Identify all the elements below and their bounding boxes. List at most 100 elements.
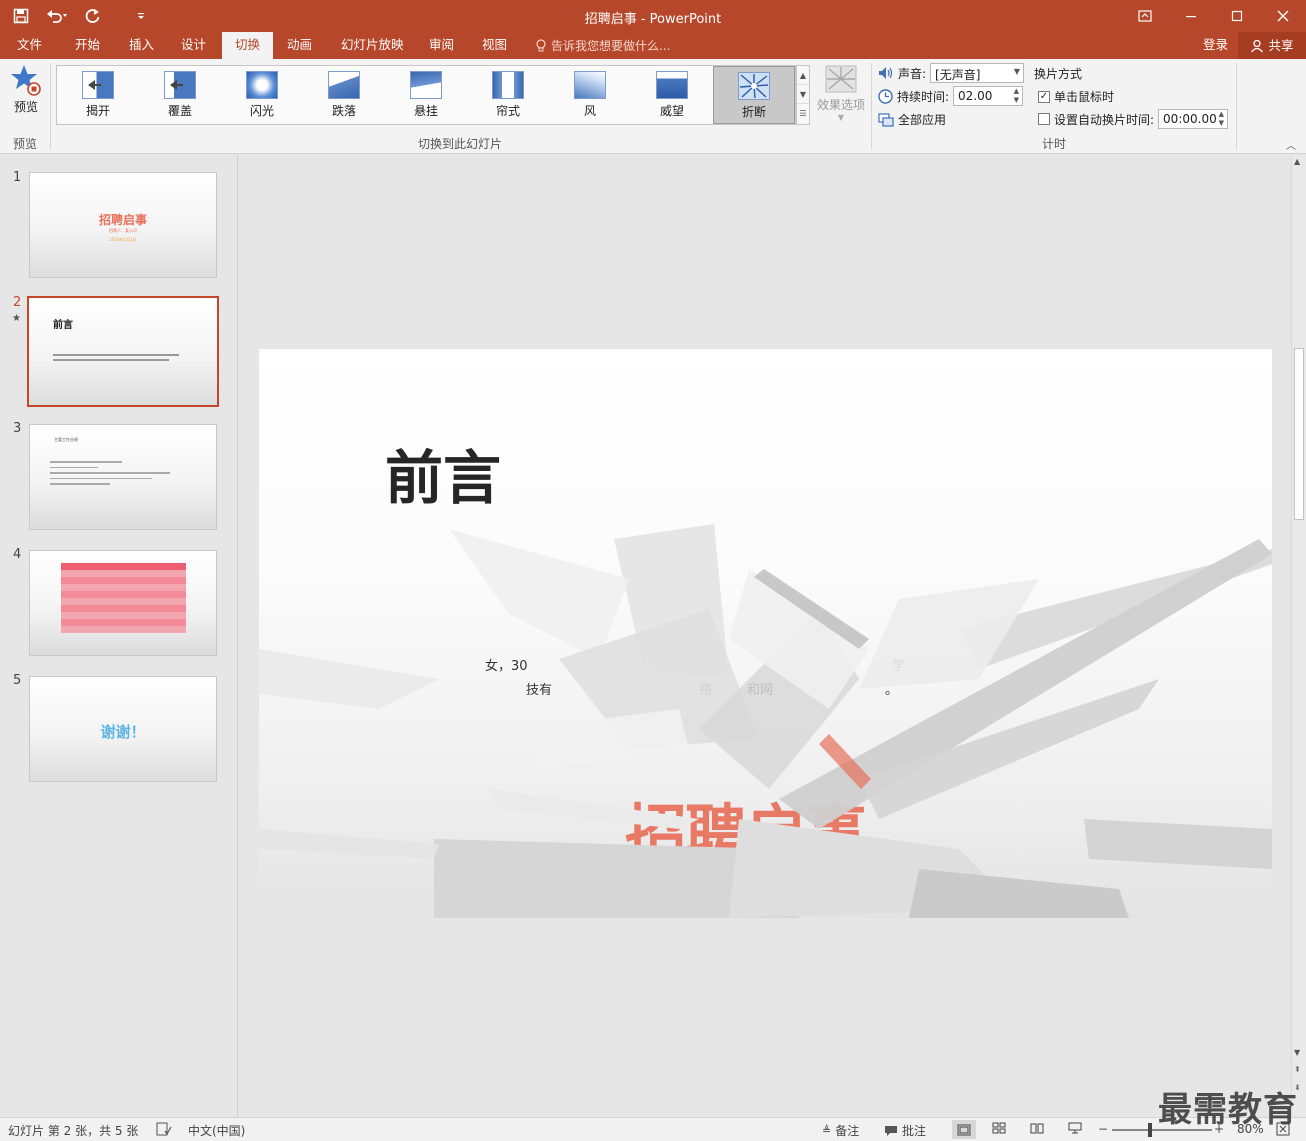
- close-button[interactable]: [1260, 0, 1306, 32]
- slide-sorter-icon: [992, 1122, 1006, 1134]
- language-indicator[interactable]: 中文(中国): [188, 1122, 245, 1139]
- person-icon: [1251, 39, 1264, 52]
- slide-number: 3: [13, 421, 22, 436]
- transition-fall-over[interactable]: 跌落: [303, 66, 385, 124]
- slide-2-text-lines: [53, 354, 179, 361]
- spinner-icon: ▲ ▼: [1013, 87, 1020, 104]
- tab-review[interactable]: 审阅: [416, 32, 467, 59]
- apply-all-icon: [878, 112, 894, 127]
- normal-view-icon: [957, 1124, 971, 1135]
- tell-me-box[interactable]: 告诉我您想要做什么...: [535, 32, 670, 59]
- transition-uncover[interactable]: 揭开: [57, 66, 139, 124]
- status-bar: 幻灯片 第 2 张，共 5 张 中文(中国) ≜ 备注 批注 − + 80%: [0, 1117, 1306, 1141]
- effect-options-button[interactable]: 效果选项 ▼: [814, 63, 868, 123]
- close-icon: [1277, 10, 1289, 22]
- uncover-icon: [82, 71, 114, 99]
- transition-wind-label: 风: [583, 104, 596, 118]
- transition-gallery: 揭开 覆盖 闪光 跌落 悬挂 帘式 风 威望 折断: [56, 65, 796, 125]
- tab-home[interactable]: 开始: [62, 32, 113, 59]
- watermark-text: 最需教育: [1158, 1090, 1298, 1130]
- duration-value: 02.00: [958, 89, 993, 103]
- tab-view[interactable]: 视图: [469, 32, 520, 59]
- collapse-ribbon-button[interactable]: ︿: [1286, 137, 1296, 152]
- tab-file[interactable]: 文件: [4, 32, 55, 59]
- transition-prestige[interactable]: 威望: [631, 66, 713, 124]
- slide-sorter-button[interactable]: [992, 1122, 1006, 1134]
- slide-thumbnail-2[interactable]: 前言: [26, 295, 220, 408]
- after-time-input[interactable]: 00:00.00 ▲ ▼: [1158, 109, 1229, 129]
- zoom-slider-thumb[interactable]: [1148, 1123, 1152, 1137]
- scroll-up-arrow[interactable]: ▲: [1294, 157, 1300, 166]
- tab-animations[interactable]: 动画: [274, 32, 325, 59]
- spell-check-button[interactable]: [156, 1122, 172, 1136]
- transition-cover[interactable]: 覆盖: [139, 66, 221, 124]
- current-slide[interactable]: 前言 女，30 幸 学 技有 络 和网 。 招聘启事: [259, 349, 1272, 918]
- notes-button[interactable]: ≜ 备注: [822, 1122, 859, 1139]
- slide-thumbnail-4[interactable]: [29, 550, 217, 656]
- transition-flash-label: 闪光: [249, 104, 274, 118]
- transition-fall-over-label: 跌落: [331, 104, 356, 118]
- slide-number: 1: [13, 170, 22, 185]
- slide-5-title: 谢谢！: [100, 723, 146, 741]
- clock-icon: [878, 88, 893, 104]
- apply-all-button[interactable]: 全部应用: [878, 111, 946, 128]
- comments-button[interactable]: 批注: [884, 1122, 926, 1139]
- slide-number: 2: [13, 295, 22, 310]
- transition-flash[interactable]: 闪光: [221, 66, 303, 124]
- advance-header: 换片方式: [1034, 67, 1083, 81]
- apply-all-label: 全部应用: [898, 113, 947, 127]
- ribbon-tabs: 文件 开始 插入 设计 切换 动画 幻灯片放映 审阅 视图 告诉我您想要做什么.…: [0, 32, 1306, 59]
- gallery-expand[interactable]: ☰: [797, 104, 809, 123]
- slide-show-button[interactable]: [1068, 1122, 1082, 1134]
- tab-slide-show[interactable]: 幻灯片放映: [328, 32, 417, 59]
- sound-value: [无声音]: [935, 68, 981, 82]
- login-link[interactable]: 登录: [1203, 32, 1228, 59]
- sound-select[interactable]: [无声音] ▼: [930, 63, 1025, 83]
- on-click-checkbox[interactable]: ✓: [1038, 90, 1050, 103]
- reading-view-icon: [1030, 1123, 1044, 1134]
- maximize-button[interactable]: [1214, 0, 1260, 32]
- ribbon-display-options-button[interactable]: [1122, 0, 1168, 32]
- slide-number: 5: [13, 673, 22, 688]
- flash-icon: [246, 71, 278, 99]
- on-click-option[interactable]: ✓ 单击鼠标时: [1038, 88, 1114, 105]
- gallery-scroll-down[interactable]: ▼: [797, 85, 809, 104]
- transition-drape[interactable]: 悬挂: [385, 66, 467, 124]
- normal-view-button[interactable]: [952, 1120, 976, 1139]
- drape-icon: [410, 71, 442, 99]
- tab-transitions[interactable]: 切换: [222, 32, 274, 59]
- slide-thumbnail-1[interactable]: 招聘启事 招聘人：某公司 2018年1月1日: [29, 172, 217, 278]
- slide-position: 幻灯片 第 2 张，共 5 张: [8, 1124, 139, 1138]
- reading-view-button[interactable]: [1030, 1122, 1044, 1134]
- slide-3-text-lines: [50, 461, 170, 485]
- scroll-down-arrow[interactable]: ▼: [1294, 1048, 1300, 1057]
- tell-me-text: 告诉我您想要做什么...: [551, 38, 671, 53]
- tab-insert[interactable]: 插入: [116, 32, 167, 59]
- slide-thumbnail-5[interactable]: 谢谢！: [29, 676, 217, 782]
- minimize-button[interactable]: [1168, 0, 1214, 32]
- tab-design[interactable]: 设计: [168, 32, 219, 59]
- share-button[interactable]: 共享: [1238, 32, 1306, 59]
- fracture-icon: [738, 72, 770, 100]
- gallery-scroll-up[interactable]: ▲: [797, 66, 809, 85]
- preview-button[interactable]: 预览: [4, 63, 48, 123]
- prestige-icon: [656, 71, 688, 99]
- scroll-thumb[interactable]: [1294, 348, 1304, 520]
- after-time-checkbox[interactable]: [1038, 113, 1050, 125]
- preview-label: 预览: [13, 100, 38, 114]
- vertical-scrollbar[interactable]: ▲ ▼ ⇞ ⇟: [1291, 155, 1306, 1117]
- zoom-out-button[interactable]: −: [1098, 1122, 1108, 1136]
- transition-curtains[interactable]: 帘式: [467, 66, 549, 124]
- slide-thumbnail-3[interactable]: 主要工作业绩: [29, 424, 217, 530]
- transition-drape-label: 悬挂: [413, 104, 438, 118]
- preview-star-icon: [11, 65, 41, 96]
- transition-fracture[interactable]: 折断: [713, 66, 795, 124]
- slide-4-table: [61, 563, 186, 633]
- transition-wind[interactable]: 风: [549, 66, 631, 124]
- duration-input[interactable]: 02.00 ▲ ▼: [953, 86, 1024, 106]
- wind-icon: [574, 71, 606, 99]
- slide-3-title: 主要工作业绩: [54, 437, 78, 442]
- previous-slide-button[interactable]: ⇞: [1294, 1065, 1301, 1074]
- transition-uncover-label: 揭开: [85, 104, 110, 118]
- after-time-label: 设置自动换片时间:: [1054, 112, 1155, 127]
